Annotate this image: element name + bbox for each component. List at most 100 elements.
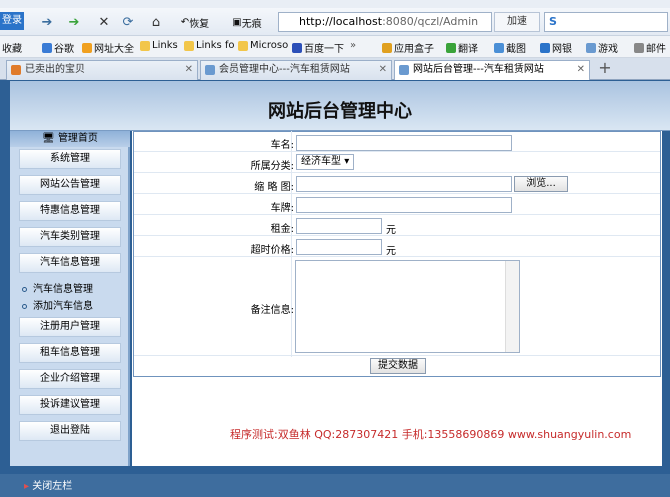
textarea-scrollbar[interactable] [505, 261, 519, 352]
plate-input[interactable] [296, 197, 512, 213]
category-label: 所属分类: [250, 161, 294, 172]
submenu-label: 汽车信息管理 [33, 284, 93, 295]
netbank-button[interactable]: 网银 [540, 40, 572, 55]
close-sidebar-button[interactable]: ▸ 关闭左栏 [24, 477, 72, 492]
notes-textarea[interactable] [295, 260, 520, 353]
address-bar[interactable]: http://localhost:8080/qczl/Admin [278, 12, 492, 32]
menu-logout[interactable]: 退出登陆 [19, 421, 121, 441]
games-button[interactable]: 游戏 [586, 40, 618, 55]
tab-strip: 已卖出的宝贝 ✕ 会员管理中心---汽车租赁网站 ✕ 网站后台管理---汽车租赁网站… [0, 58, 670, 80]
tab-member-center[interactable]: 会员管理中心---汽车租赁网站 ✕ [200, 60, 392, 80]
sites-icon [82, 42, 92, 53]
bookmark-item[interactable]: 谷歌 [42, 40, 74, 55]
form-row [134, 152, 660, 173]
traceless-icon: ▣ [232, 16, 242, 28]
bookmark-item[interactable]: 网址大全 [82, 40, 134, 55]
category-select[interactable]: 经济车型 ▾ [296, 154, 354, 170]
bookmark-item[interactable]: 百度一下 [292, 40, 344, 55]
home-icon[interactable]: ⌂ [146, 12, 166, 32]
tab-sold-items[interactable]: 已卖出的宝贝 ✕ [6, 60, 198, 80]
menu-system[interactable]: 系统管理 [19, 149, 121, 169]
plate-label: 车牌: [270, 203, 294, 214]
sidebar-header-label: 管理首页 [57, 133, 98, 144]
app-box-button[interactable]: 应用盒子 [382, 40, 434, 55]
page-icon [205, 65, 215, 75]
bookmark-item[interactable]: Links fo [184, 40, 235, 51]
menu-complaints[interactable]: 投诉建议管理 [19, 395, 121, 415]
close-tab-icon[interactable]: ✕ [577, 61, 585, 79]
submit-button[interactable]: 提交数据 [370, 358, 426, 374]
folder-icon [238, 40, 248, 51]
traceless-button[interactable]: ▣ 无痕 [224, 12, 270, 32]
bookmark-label: 邮件 [646, 44, 666, 55]
bullet-icon [22, 286, 27, 292]
login-button[interactable]: 登录 [0, 12, 24, 30]
menu-car-categories[interactable]: 汽车类别管理 [19, 227, 121, 247]
arrow-icon: ▸ [24, 481, 30, 492]
translate-button[interactable]: 翻译 [446, 40, 478, 55]
tab-label: 已卖出的宝贝 [25, 64, 85, 75]
accelerate-button[interactable]: 加速 [494, 12, 540, 32]
close-tab-icon[interactable]: ✕ [185, 61, 193, 79]
scissors-icon [494, 42, 504, 53]
browse-button[interactable]: 浏览... [514, 176, 568, 192]
gamepad-icon [586, 42, 596, 53]
menu-users[interactable]: 注册用户管理 [19, 317, 121, 337]
category-value: 经济车型 [301, 156, 341, 167]
restore-icon: ↶ [180, 16, 190, 28]
close-tab-icon[interactable]: ✕ [379, 61, 387, 79]
thumbnail-file-input[interactable] [296, 176, 512, 192]
search-engine-icon: S [549, 15, 557, 28]
rent-unit: 元 [386, 225, 396, 236]
page-icon [399, 65, 409, 75]
close-icon[interactable]: ✕ [94, 12, 114, 32]
bookmark-label: 网银 [552, 44, 572, 55]
screenshot-button[interactable]: 截图 [494, 40, 526, 55]
google-icon [42, 42, 52, 53]
tab-label: 会员管理中心---汽车租赁网站 [219, 64, 350, 75]
app-box-icon [382, 42, 392, 53]
search-input[interactable]: S [544, 12, 668, 32]
folder-icon [184, 40, 194, 51]
restore-button[interactable]: ↶ 恢复 [172, 12, 218, 32]
bookmarks-more[interactable]: » [350, 40, 356, 51]
mail-button[interactable]: 邮件 [634, 40, 666, 55]
bookmark-label: 网址大全 [94, 44, 134, 55]
bottom-bar [0, 474, 670, 497]
rent-input[interactable] [296, 218, 382, 234]
sidebar-header[interactable]: 🖥 管理首页 [10, 131, 130, 147]
car-name-label: 车名: [270, 140, 294, 151]
translate-icon [446, 42, 456, 53]
traceless-label: 无痕 [241, 18, 262, 30]
bookmark-label: 游戏 [598, 44, 618, 55]
submenu-car-info[interactable]: 汽车信息管理 [22, 280, 93, 295]
bookmark-item[interactable]: Microso [238, 40, 288, 51]
tab-label: 网站后台管理---汽车租赁网站 [413, 64, 544, 75]
address-path: :8080/qczl/Admin [382, 15, 479, 28]
bookmark-label: Microso [250, 40, 289, 51]
favorites-button[interactable]: 收藏 [2, 40, 22, 55]
bookmark-label: Links fo [196, 40, 235, 51]
bookmark-label: 翻译 [458, 44, 478, 55]
back-arrow-icon[interactable]: ➔ [36, 12, 58, 32]
window-titlebar [0, 0, 670, 8]
menu-specials[interactable]: 特惠信息管理 [19, 201, 121, 221]
car-name-input[interactable] [296, 135, 512, 151]
restore-label: 恢复 [189, 18, 210, 30]
new-tab-icon[interactable]: + [594, 60, 616, 78]
submenu-label: 添加汽车信息 [33, 301, 93, 312]
menu-company[interactable]: 企业介绍管理 [19, 369, 121, 389]
bookmark-item[interactable]: Links [140, 40, 178, 51]
menu-rentals[interactable]: 租车信息管理 [19, 343, 121, 363]
submenu-add-car[interactable]: 添加汽车信息 [22, 297, 93, 312]
rent-label: 租金: [270, 224, 294, 235]
overtime-input[interactable] [296, 239, 382, 255]
chevron-down-icon: ▾ [344, 156, 350, 167]
bank-icon [540, 42, 550, 53]
menu-car-info[interactable]: 汽车信息管理 [19, 253, 121, 273]
tab-admin[interactable]: 网站后台管理---汽车租赁网站 ✕ [394, 60, 590, 80]
refresh-icon[interactable]: ⟳ [118, 12, 138, 32]
forward-arrow-icon[interactable]: ➔ [62, 12, 86, 32]
menu-announcements[interactable]: 网站公告管理 [19, 175, 121, 195]
bookmark-label: Links [152, 40, 178, 51]
